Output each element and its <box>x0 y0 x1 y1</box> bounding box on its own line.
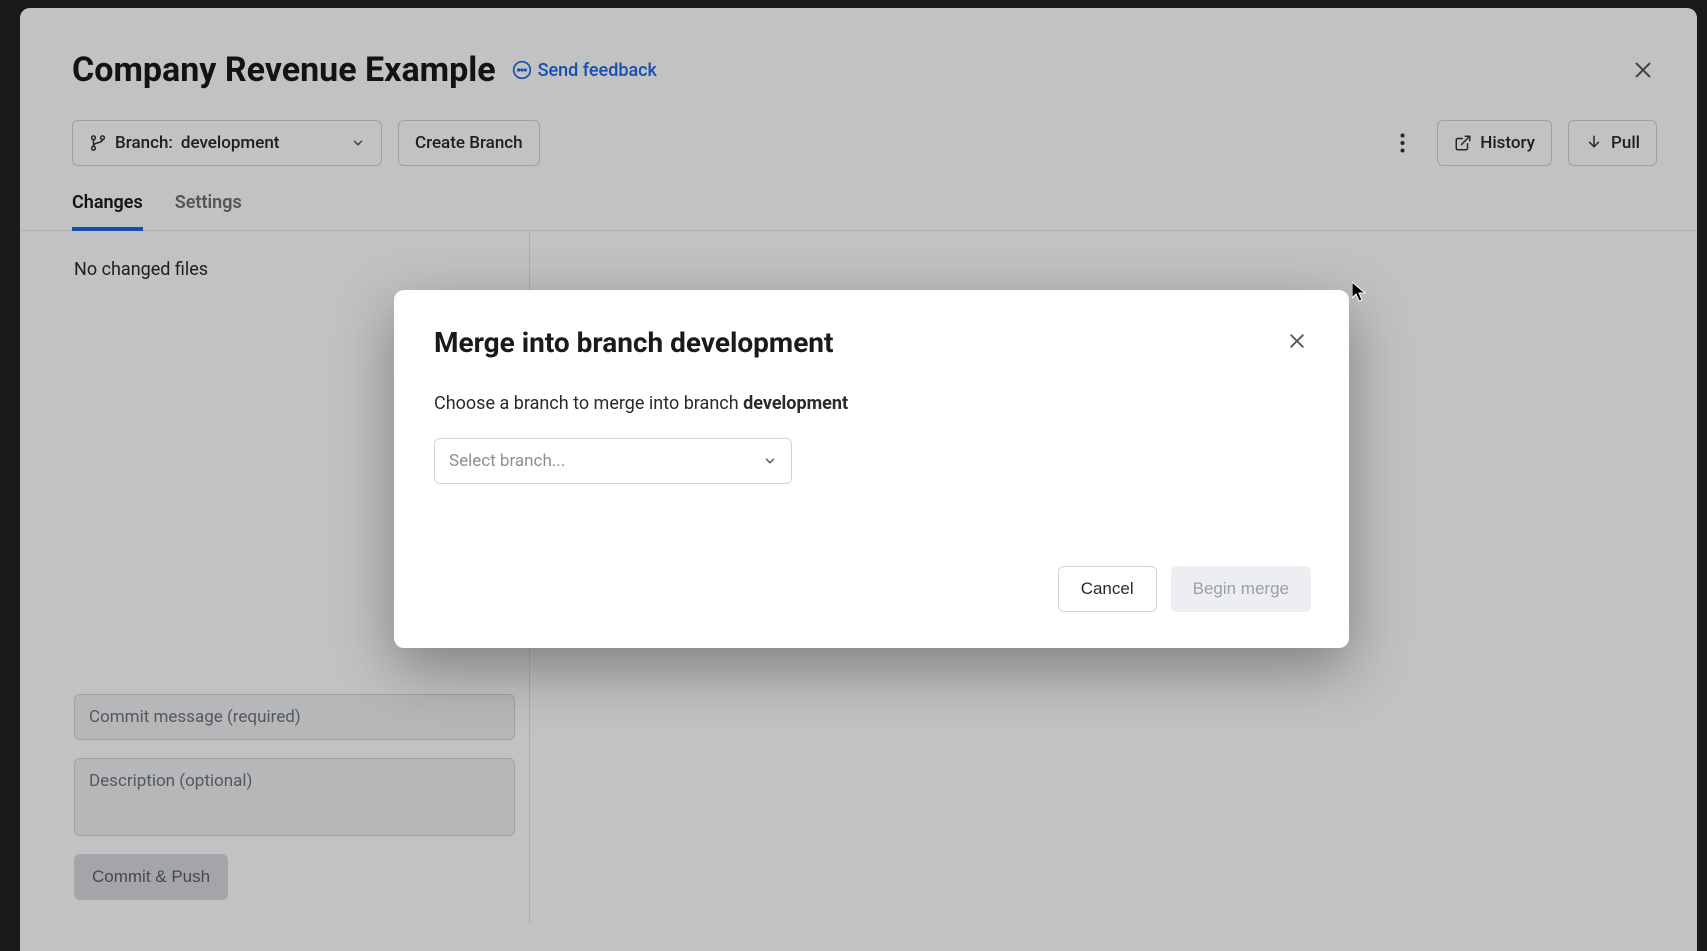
modal-footer: Cancel Begin merge <box>434 510 1311 612</box>
modal-title: Merge into branch development <box>434 326 833 359</box>
close-icon <box>1287 331 1307 351</box>
modal-description-branch: development <box>743 393 848 414</box>
modal-header: Merge into branch development <box>434 326 1311 359</box>
app-frame: Company Revenue Example Send feedback Br… <box>20 8 1697 951</box>
select-branch-placeholder: Select branch... <box>449 451 565 471</box>
begin-merge-button[interactable]: Begin merge <box>1171 566 1311 612</box>
chevron-down-icon <box>763 454 777 468</box>
select-branch-dropdown[interactable]: Select branch... <box>434 438 792 484</box>
cancel-button[interactable]: Cancel <box>1058 566 1157 612</box>
modal-close-button[interactable] <box>1287 331 1311 355</box>
merge-modal: Merge into branch development Choose a b… <box>394 290 1349 648</box>
modal-description-prefix: Choose a branch to merge into branch <box>434 393 743 414</box>
modal-description: Choose a branch to merge into branch dev… <box>434 393 1311 414</box>
